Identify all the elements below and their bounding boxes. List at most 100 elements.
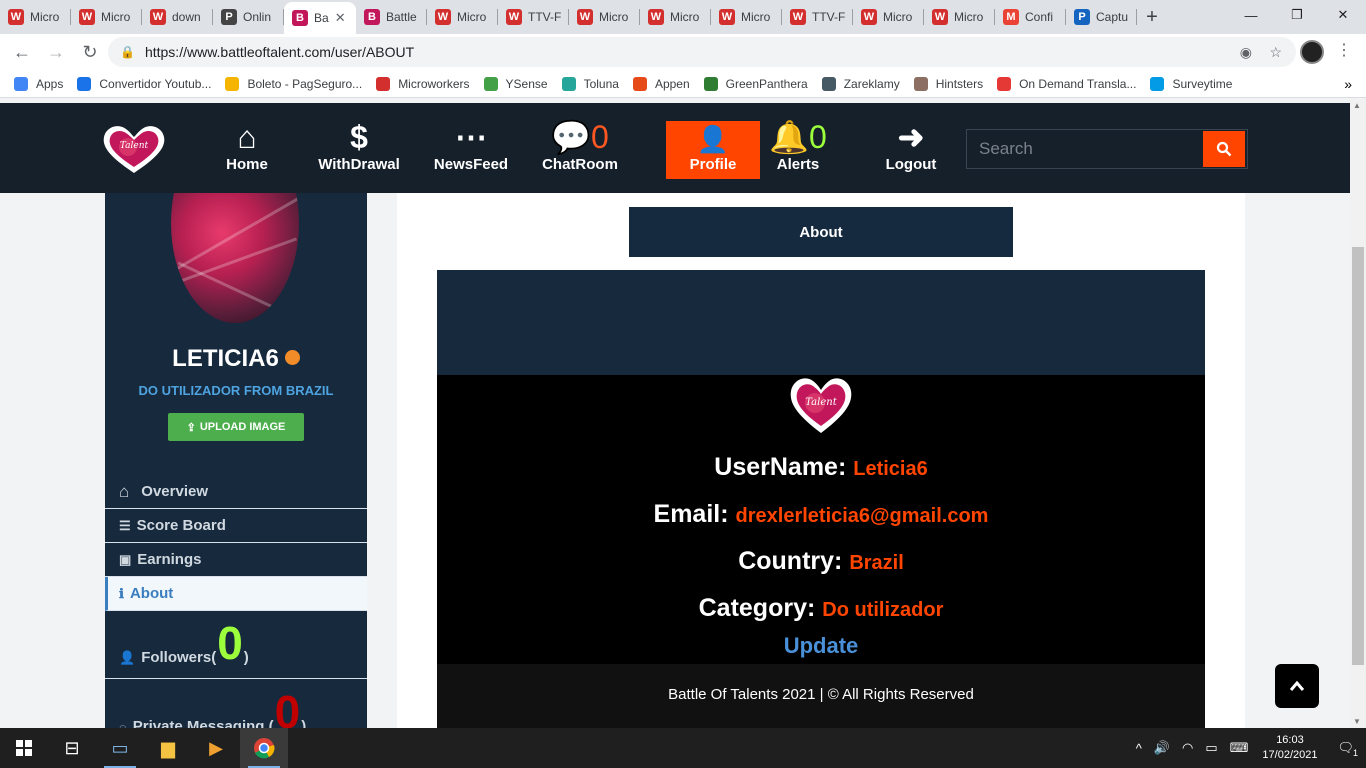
update-link[interactable]: Update — [437, 633, 1205, 659]
back-to-top-button[interactable] — [1275, 664, 1319, 708]
tab-favicon-icon: W — [150, 9, 166, 25]
bookmark-item[interactable]: Microworkers — [376, 76, 470, 91]
battery-icon[interactable]: ▭ — [1205, 740, 1217, 756]
home-glyph: ⌂ — [237, 119, 257, 155]
bookmark-item[interactable]: YSense — [483, 76, 548, 91]
bookmark-star-icon[interactable]: ☆ — [1269, 44, 1282, 61]
file-explorer-icon[interactable]: ▆ — [144, 728, 192, 768]
tracking-eye-icon[interactable]: ◉ — [1240, 44, 1252, 61]
scrollbar-thumb[interactable] — [1352, 247, 1364, 665]
volume-icon[interactable]: 🔊 — [1154, 740, 1170, 756]
forward-icon[interactable]: → — [40, 36, 72, 68]
browser-tab[interactable]: P Captu — [1066, 0, 1137, 34]
address-bar[interactable]: 🔒 https://www.battleoftalent.com/user/AB… — [108, 37, 1296, 67]
tab-favicon-icon: W — [861, 9, 877, 25]
bookmark-item[interactable]: On Demand Transla... — [997, 76, 1136, 91]
nav-label: Home — [226, 156, 268, 173]
remote-desktop-icon[interactable]: ▭ — [96, 728, 144, 768]
nav-home[interactable]: ⌂ Home — [210, 115, 284, 179]
sidebar-item-earnings[interactable]: ▣ Earnings — [105, 543, 367, 577]
sidebar-item-overview[interactable]: ⌂ Overview — [105, 475, 367, 509]
browser-tab[interactable]: W Micro — [711, 0, 782, 34]
close-window-button[interactable]: ✕ — [1320, 0, 1366, 30]
bookmarks-overflow-icon[interactable]: » — [1344, 76, 1352, 92]
browser-tab[interactable]: P Onlin — [213, 0, 284, 34]
task-view-icon[interactable]: ⊟ — [48, 728, 96, 768]
chrome-icon[interactable] — [240, 728, 288, 768]
new-tab-button[interactable]: + — [1137, 0, 1167, 34]
bookmark-item[interactable]: Hintsters — [913, 76, 983, 91]
bookmark-item[interactable]: Apps — [14, 76, 63, 91]
nav-newsfeed[interactable]: ⋯ NewsFeed — [424, 115, 518, 179]
browser-menu-icon[interactable]: ⋮ — [1336, 40, 1352, 60]
about-tab-button[interactable]: About — [629, 207, 1013, 257]
nav-profile[interactable]: 👤 Profile — [666, 121, 760, 179]
site-search — [966, 129, 1248, 169]
bookmark-item[interactable]: Appen — [632, 76, 690, 91]
close-tab-icon[interactable]: ✕ — [335, 10, 346, 26]
scroll-down-icon[interactable]: ▼ — [1353, 717, 1361, 726]
taskbar-clock[interactable]: 16:03 17/02/2021 — [1262, 733, 1317, 763]
browser-tab[interactable]: W Micro — [853, 0, 924, 34]
nav-alerts[interactable]: 🔔 0 Alerts — [769, 115, 827, 179]
browser-tab[interactable]: W TTV-F — [498, 0, 569, 34]
private-messaging-count: 0 — [274, 686, 301, 728]
bookmark-item[interactable]: GreenPanthera — [703, 76, 808, 91]
browser-tab[interactable]: W Micro — [427, 0, 498, 34]
browser-tab[interactable]: Wdown — [142, 0, 213, 34]
country-value: Brazil — [849, 552, 904, 574]
bookmark-item[interactable]: Boleto - PagSeguro... — [225, 76, 362, 91]
browser-tab[interactable]: W Micro — [71, 0, 142, 34]
bookmark-item[interactable]: Zareklamy — [821, 76, 900, 91]
username-label: UserName: — [714, 453, 847, 481]
page-scrollbar[interactable]: ▲ ▼ — [1350, 99, 1366, 728]
browser-tab[interactable]: W Micro — [924, 0, 995, 34]
tab-favicon-icon: P — [221, 9, 237, 25]
sidebar-item-private-messaging[interactable]: ◌ Private Messaging (0) — [105, 679, 367, 728]
ysense-icon — [483, 76, 498, 91]
url-text[interactable]: https://www.battleoftalent.com/user/ABOU… — [145, 44, 414, 60]
browser-tab[interactable]: W Micro — [640, 0, 711, 34]
tab-title: Micro — [670, 10, 700, 24]
keyboard-icon[interactable]: ⌨ — [1230, 740, 1249, 756]
restore-button[interactable]: ❐ — [1274, 0, 1320, 30]
nav-logout[interactable]: ➜ Logout — [874, 115, 948, 179]
browser-tab[interactable]: W Micro — [569, 0, 640, 34]
bookmark-item[interactable]: Convertidor Youtub... — [77, 76, 211, 91]
browser-tab[interactable]: W Micro — [0, 0, 71, 34]
minimize-button[interactable]: — — [1228, 0, 1274, 30]
notification-icon[interactable]: 🗨 1 — [1337, 740, 1358, 758]
nav-chatroom[interactable]: 💬 0 ChatRoom — [534, 115, 626, 179]
chevron-up-tray-icon[interactable]: ^ — [1136, 741, 1142, 756]
browser-tab[interactable]: M Confi — [995, 0, 1066, 34]
sidebar-item-followers[interactable]: 👤 Followers(0) — [105, 611, 367, 679]
country-row: Country: Brazil — [437, 547, 1205, 576]
lock-icon[interactable]: 🔒 — [120, 45, 135, 59]
site-logo[interactable]: Talent — [100, 123, 168, 175]
nav-label: Profile — [689, 156, 737, 173]
category-value: Do utilizador — [822, 599, 944, 621]
sidebar-item-score-board[interactable]: ☰ Score Board — [105, 509, 367, 543]
browser-tab[interactable]: W TTV-F — [782, 0, 853, 34]
search-input[interactable] — [967, 130, 1201, 168]
alerts-glyph: 🔔 — [769, 119, 810, 155]
bookmark-item[interactable]: Toluna — [561, 76, 619, 91]
back-icon[interactable]: ← — [6, 36, 38, 68]
browser-profile-avatar[interactable] — [1300, 40, 1324, 64]
wifi-icon[interactable]: ◠ — [1182, 740, 1193, 756]
tab-title: Ba — [314, 11, 329, 25]
username-value: Leticia6 — [853, 458, 928, 480]
bookmark-item[interactable]: Surveytime — [1150, 76, 1232, 91]
browser-tab[interactable]: B Ba ✕ — [284, 2, 356, 34]
sidebar-item-about[interactable]: ℹ About — [105, 577, 367, 611]
reload-icon[interactable]: ↻ — [74, 36, 106, 68]
nav-withdrawal[interactable]: $ WithDrawal — [306, 115, 412, 179]
sidebar-item-label: About — [129, 585, 174, 602]
search-button[interactable] — [1203, 131, 1245, 167]
browser-tab[interactable]: B Battle — [356, 0, 427, 34]
scroll-up-icon[interactable]: ▲ — [1353, 101, 1361, 110]
windows-start-icon[interactable] — [0, 728, 48, 768]
media-player-icon[interactable]: ▶ — [192, 728, 240, 768]
withdrawal-glyph: $ — [350, 119, 368, 155]
upload-image-button[interactable]: ⇪ UPLOAD IMAGE — [168, 413, 304, 441]
